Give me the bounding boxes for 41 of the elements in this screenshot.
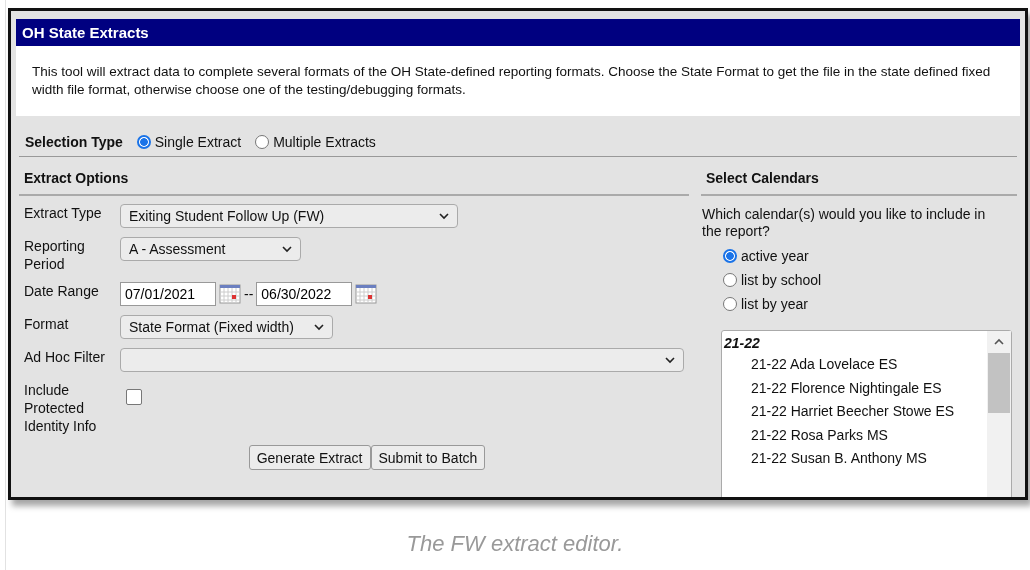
radio-option[interactable]: Single Extract [136,134,242,150]
range-separator: -- [244,286,254,302]
action-button[interactable]: Submit to Batch [370,445,486,470]
field-label: Include Protected Identity Info [24,381,98,435]
list-item[interactable]: 21-22 Ada Lovelace ES [724,353,985,377]
date-field[interactable]: 06/30/2022 [256,282,353,306]
checkbox[interactable] [126,389,142,405]
figure-caption: The FW extract editor. [405,531,625,557]
radio-option[interactable]: Multiple Extracts [255,134,376,150]
scroll-up-icon[interactable] [994,338,1004,346]
action-button[interactable]: Generate Extract [248,445,371,470]
list-item[interactable]: 21-22 Rosa Parks MS [724,423,985,447]
radio-option[interactable]: list by school [723,272,1017,288]
section-heading: Select Calendars [701,157,1017,196]
field-label: Date Range [24,282,100,300]
question-text: Which calendar(s) would you like to include in the report? [701,205,987,240]
list-item[interactable]: 21-22 Florence Nightingale ES [724,376,985,400]
list-group-label: 21-22 [724,334,761,353]
chevron-down-icon [314,323,324,331]
panel-title: OH State Extracts [16,19,1020,46]
calendar-icon[interactable] [355,283,378,305]
description-text: This tool will extract data to complete several formats of the OH State-defined reporting formats. Choose the State Format to get the file in the state defined fixed width file format, otherwise choose one of the testing/debugging formats. [16,46,1020,116]
radio-option[interactable]: list by year [723,296,1017,312]
list-item[interactable]: 21-22 Harriet Beecher Stowe ES [724,400,985,424]
field-label: Format [24,315,70,333]
dropdown[interactable]: State Format (Fixed width) [120,315,333,339]
calendar-icon[interactable] [219,283,241,305]
selection-type-label: Selection Type [25,134,123,150]
dropdown[interactable]: A - Assessment [120,237,301,261]
chevron-down-icon [282,245,292,253]
section-heading: Extract Options [19,157,689,196]
dropdown[interactable]: Exiting Student Follow Up (FW) [120,204,458,228]
scrollbar[interactable] [987,331,1011,497]
radio-option[interactable]: active year [723,248,1017,264]
field-label: Ad Hoc Filter [24,348,106,366]
chevron-down-icon [439,212,449,220]
chevron-down-icon [665,356,675,364]
field-label: Reporting Period [24,237,86,273]
date-field[interactable]: 07/01/2021 [120,282,216,306]
field-label: Extract Type [24,204,103,222]
list-item[interactable]: 21-22 Susan B. Anthony MS [724,447,985,471]
